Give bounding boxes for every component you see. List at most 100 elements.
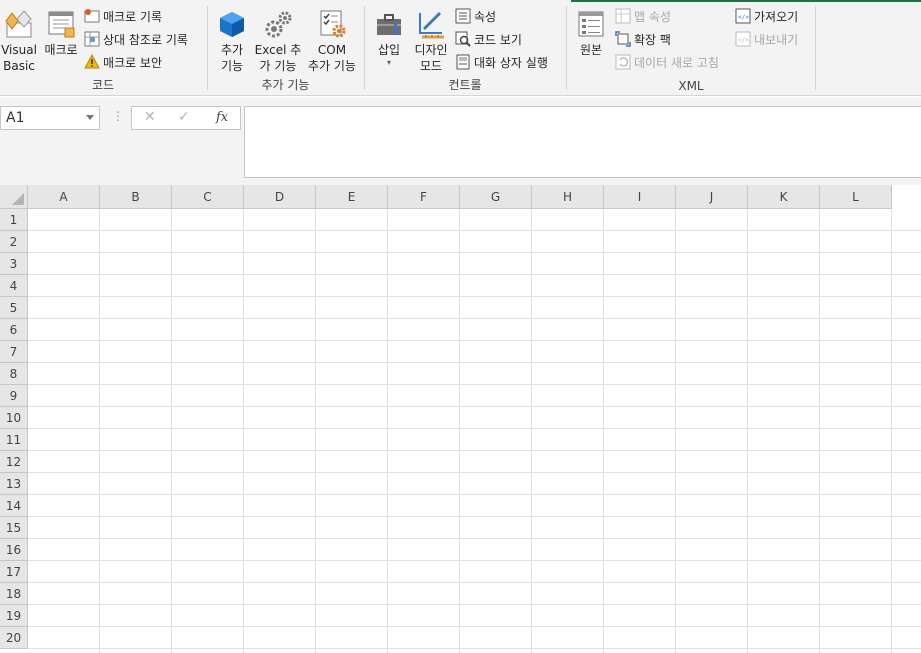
insert-function-button[interactable]: fx <box>216 110 228 125</box>
column-header[interactable]: G <box>460 185 532 209</box>
column-header[interactable]: J <box>676 185 748 209</box>
xml-source-icon <box>575 8 607 40</box>
view-code-label: 코드 보기 <box>474 32 522 47</box>
addins-group: 추가 기능 Excel 추 가 기능 COM 추가 기능 추가 기능 <box>208 4 363 96</box>
row-header[interactable]: 19 <box>0 605 28 627</box>
name-box[interactable]: A1 <box>0 106 100 130</box>
column-header[interactable]: H <box>532 185 604 209</box>
excel-addins-label-1: Excel 추 <box>254 43 302 57</box>
row-header[interactable]: 20 <box>0 627 28 649</box>
insert-control-button[interactable]: 삽입 ▾ <box>371 8 407 68</box>
design-mode-label-2: 모드 <box>419 59 443 73</box>
row-header[interactable]: 1 <box>0 209 28 231</box>
column-header[interactable]: L <box>820 185 892 209</box>
com-addins-label-2: 추가 기능 <box>308 59 356 73</box>
record-macro-label: 매크로 기록 <box>103 9 163 24</box>
svg-text:</>: </> <box>738 14 749 21</box>
worksheet-grid: ABCDEFGHIJKL 1 2 3 4 5 6 7 8 9 10 11 12 13 14 15 16 17 18… <box>0 185 921 653</box>
row-header[interactable]: 8 <box>0 363 28 385</box>
name-box-dropdown-icon[interactable] <box>86 115 94 120</box>
expansion-packs-button[interactable]: 확장 팩 <box>615 29 671 49</box>
refresh-data-button[interactable]: 데이터 새로 고침 <box>615 52 719 72</box>
visual-basic-label-1: Visual <box>1 43 37 57</box>
column-header[interactable]: I <box>604 185 676 209</box>
record-macro-icon <box>84 8 100 24</box>
column-header[interactable]: E <box>316 185 388 209</box>
excel-addins-button[interactable]: Excel 추 가 기능 <box>254 8 302 74</box>
row-header[interactable]: 16 <box>0 539 28 561</box>
macro-security-button[interactable]: 매크로 보안 <box>84 52 162 72</box>
row-header[interactable]: 9 <box>0 385 28 407</box>
formula-input[interactable] <box>244 106 921 178</box>
map-properties-icon <box>615 8 631 24</box>
row-header[interactable]: 3 <box>0 253 28 275</box>
design-mode-label-1: 디자인 <box>414 43 448 57</box>
export-icon: </> <box>735 31 751 47</box>
formula-buttons: ✕ ✓ fx <box>131 106 241 130</box>
gears-icon <box>262 8 294 40</box>
xml-group: 원본 맵 속성 확장 팩 데이터 새로 고침 </> 가져오기 </> 내보내기… <box>567 4 815 96</box>
run-dialog-label: 대화 상자 실행 <box>474 55 548 70</box>
xml-export-button[interactable]: </> 내보내기 <box>735 29 798 49</box>
visual-basic-icon <box>3 8 35 40</box>
addins-label-1: 추가 <box>220 43 244 57</box>
group-separator <box>815 6 816 90</box>
xml-import-label: 가져오기 <box>754 9 799 24</box>
row-header[interactable]: 10 <box>0 407 28 429</box>
properties-button[interactable]: 속성 <box>455 6 496 26</box>
addins-cube-icon <box>216 8 248 40</box>
row-header[interactable]: 5 <box>0 297 28 319</box>
relative-reference-button[interactable]: 상대 참조로 기록 <box>84 29 188 49</box>
column-header[interactable]: B <box>100 185 172 209</box>
enter-icon[interactable]: ✓ <box>178 109 190 125</box>
xml-export-label: 내보내기 <box>754 32 799 47</box>
view-code-button[interactable]: 코드 보기 <box>455 29 522 49</box>
excel-addins-label-2: 가 기능 <box>259 59 297 73</box>
column-header[interactable]: K <box>748 185 820 209</box>
xml-source-button[interactable]: 원본 <box>573 8 609 58</box>
macros-icon <box>45 8 77 40</box>
row-header[interactable]: 14 <box>0 495 28 517</box>
cell-area[interactable] <box>28 209 921 653</box>
select-all-icon <box>12 193 24 205</box>
row-header[interactable]: 2 <box>0 231 28 253</box>
row-header[interactable]: 4 <box>0 275 28 297</box>
macros-label: 매크로 <box>44 43 78 57</box>
row-header[interactable]: 12 <box>0 451 28 473</box>
import-icon: </> <box>735 8 751 24</box>
more-options-icon[interactable]: ⋮ <box>112 109 124 123</box>
map-properties-button[interactable]: 맵 속성 <box>615 6 671 26</box>
xml-import-button[interactable]: </> 가져오기 <box>735 6 798 26</box>
properties-label: 속성 <box>474 9 497 24</box>
visual-basic-button[interactable]: Visual Basic <box>1 8 37 74</box>
row-header[interactable]: 7 <box>0 341 28 363</box>
ribbon: Visual Basic 매크로 매크로 기록 상대 참조로 기록 매크로 보안… <box>0 0 921 96</box>
cancel-icon[interactable]: ✕ <box>144 109 156 125</box>
run-dialog-icon <box>455 54 471 70</box>
record-macro-button[interactable]: 매크로 기록 <box>84 6 162 26</box>
code-group: Visual Basic 매크로 매크로 기록 상대 참조로 기록 매크로 보안… <box>0 4 206 96</box>
row-header[interactable]: 17 <box>0 561 28 583</box>
macros-button[interactable]: 매크로 <box>40 8 82 58</box>
addins-button[interactable]: 추가 기능 <box>216 8 248 74</box>
properties-icon <box>455 8 471 24</box>
com-addins-button[interactable]: COM 추가 기능 <box>304 8 360 74</box>
relative-reference-label: 상대 참조로 기록 <box>103 32 188 47</box>
expansion-packs-label: 확장 팩 <box>634 32 671 47</box>
select-all-button[interactable] <box>0 185 28 209</box>
row-header[interactable]: 15 <box>0 517 28 539</box>
row-header[interactable]: 11 <box>0 429 28 451</box>
column-header[interactable]: A <box>28 185 100 209</box>
row-header[interactable]: 13 <box>0 473 28 495</box>
design-mode-button[interactable]: 디자인 모드 <box>411 8 451 74</box>
column-header[interactable]: F <box>388 185 460 209</box>
design-mode-icon <box>415 8 447 40</box>
run-dialog-button[interactable]: 대화 상자 실행 <box>455 52 548 72</box>
column-header[interactable]: C <box>172 185 244 209</box>
row-header[interactable]: 18 <box>0 583 28 605</box>
column-header[interactable]: D <box>244 185 316 209</box>
addins-label-2: 기능 <box>220 59 244 73</box>
row-header[interactable]: 6 <box>0 319 28 341</box>
refresh-data-icon <box>615 54 631 70</box>
xml-source-label: 원본 <box>579 43 603 57</box>
